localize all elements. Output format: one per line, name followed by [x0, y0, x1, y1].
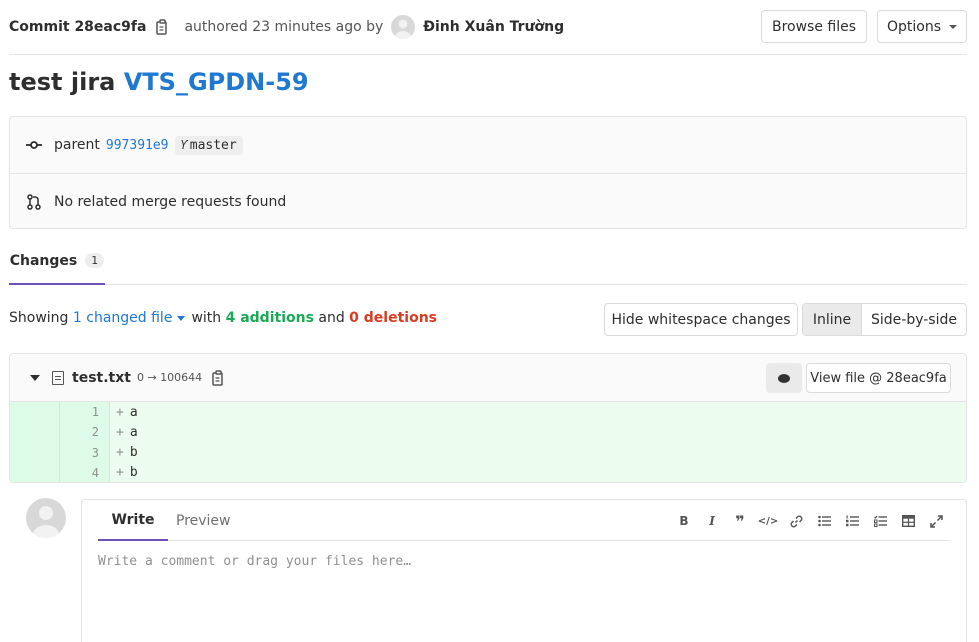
diff-line: 1 + a	[10, 402, 966, 423]
chevron-down-icon	[949, 24, 958, 29]
options-label: Options	[886, 18, 942, 35]
line-text: a	[129, 404, 138, 420]
commit-info-box: parent 997391e9 Ƴmaster No related merge…	[9, 116, 967, 229]
diff-line: 2 + a	[10, 422, 966, 443]
author-name[interactable]: Đinh Xuân Trường	[423, 19, 564, 35]
old-line-number[interactable]	[10, 422, 60, 443]
copy-path-icon[interactable]	[212, 369, 226, 386]
line-sign: +	[116, 465, 124, 481]
deletions-count: 0 deletions	[349, 310, 438, 326]
numbered-list-icon[interactable]	[838, 512, 866, 530]
diff-view-toggle: Inline Side-by-side	[802, 303, 967, 336]
no-merge-requests-text: No related merge requests found	[54, 193, 287, 210]
commit-title: test jira VTS_GPDN-59	[9, 68, 309, 96]
inline-view-button[interactable]: Inline	[803, 304, 862, 335]
markdown-toolbar: B I ❞ </>	[670, 512, 950, 531]
table-icon[interactable]	[894, 512, 922, 530]
author-avatar[interactable]	[391, 15, 416, 39]
parent-sha-link[interactable]: 997391e9	[106, 138, 169, 153]
commit-title-text: test jira	[9, 68, 116, 96]
branch-icon: Ƴ	[180, 138, 188, 152]
line-sign: +	[116, 404, 124, 420]
with-text: with	[191, 310, 222, 326]
comment-form: Write Preview B I ❞ </> Write a comment …	[81, 499, 967, 642]
merge-request-icon	[26, 193, 42, 210]
commit-sha: 28eac9fa	[74, 19, 147, 35]
diff-lines: 1 + a 2 + a 3 + b 4 + b	[10, 402, 966, 482]
additions-count: 4 additions	[225, 310, 314, 326]
new-line-number[interactable]: 4	[60, 462, 110, 482]
line-code: + b	[110, 445, 138, 460]
file-icon	[52, 370, 64, 385]
commit-icon	[26, 137, 42, 153]
commit-tabs: Changes 1	[9, 238, 967, 285]
comment-tabs: Write Preview B I ❞ </>	[98, 500, 950, 541]
diff-summary: Showing 1 changed file with 4 additions …	[9, 310, 437, 326]
browse-files-button[interactable]: Browse files	[761, 10, 867, 43]
options-button[interactable]: Options	[877, 10, 967, 43]
italic-icon[interactable]: I	[698, 512, 726, 530]
new-line-number[interactable]: 3	[60, 442, 110, 463]
new-line-number[interactable]: 2	[60, 422, 110, 443]
parent-label: parent	[54, 137, 100, 153]
tab-write[interactable]: Write	[98, 500, 168, 541]
line-code: + a	[110, 405, 138, 420]
diff-line: 3 + b	[10, 442, 966, 463]
authored-text: authored 23 minutes ago by	[184, 19, 384, 35]
commit-meta: Commit 28eac9fa authored 23 minutes ago …	[9, 15, 564, 39]
current-user-avatar	[26, 498, 66, 538]
old-line-number[interactable]	[10, 462, 60, 482]
comment-icon	[778, 373, 790, 383]
diff-file: test.txt 0 → 100644 View file @ 28eac9fa…	[9, 353, 967, 483]
old-line-number[interactable]	[10, 402, 60, 423]
code-icon[interactable]: </>	[754, 512, 782, 530]
collapse-toggle-icon[interactable]	[30, 374, 40, 381]
line-code: + b	[110, 465, 138, 480]
line-text: b	[129, 445, 138, 461]
merge-requests-row: No related merge requests found	[10, 174, 966, 229]
commit-header: Commit 28eac9fa authored 23 minutes ago …	[9, 0, 967, 55]
tab-changes[interactable]: Changes 1	[9, 238, 105, 285]
commit-label: Commit 28eac9fa	[9, 19, 146, 35]
side-by-side-button[interactable]: Side-by-side	[862, 304, 966, 335]
parent-row: parent 997391e9 Ƴmaster	[10, 117, 966, 174]
diff-file-header: test.txt 0 → 100644 View file @ 28eac9fa	[10, 354, 966, 402]
new-line-number[interactable]: 1	[60, 402, 110, 423]
chevron-down-icon[interactable]	[177, 315, 186, 321]
changed-files-dropdown[interactable]: 1 changed file	[73, 310, 173, 326]
hide-whitespace-button[interactable]: Hide whitespace changes	[604, 303, 798, 336]
line-sign: +	[116, 424, 124, 440]
quote-icon[interactable]: ❞	[726, 512, 754, 531]
line-sign: +	[116, 445, 124, 461]
old-line-number[interactable]	[10, 442, 60, 463]
and-text: and	[318, 310, 345, 326]
line-text: b	[129, 465, 138, 481]
fullscreen-icon[interactable]	[922, 512, 950, 530]
diff-line: 4 + b	[10, 462, 966, 482]
bullet-list-icon[interactable]	[810, 512, 838, 530]
line-text: a	[129, 424, 138, 440]
commit-label-text: Commit	[9, 19, 70, 35]
line-code: + a	[110, 425, 138, 440]
copy-sha-icon[interactable]	[156, 19, 170, 35]
comment-textarea[interactable]: Write a comment or drag your files here…	[98, 554, 411, 569]
changes-count-badge: 1	[85, 253, 105, 268]
tab-changes-label: Changes	[9, 252, 78, 269]
task-list-icon[interactable]	[866, 512, 894, 530]
tab-preview[interactable]: Preview	[176, 500, 231, 541]
branch-name: master	[189, 137, 237, 153]
branch-badge[interactable]: Ƴmaster	[174, 135, 243, 155]
bold-icon[interactable]: B	[670, 512, 698, 530]
issue-link[interactable]: VTS_GPDN-59	[124, 68, 309, 96]
link-icon[interactable]	[782, 512, 810, 530]
file-mode: 0 → 100644	[136, 371, 203, 384]
toggle-comments-button[interactable]	[766, 363, 802, 393]
view-file-button[interactable]: View file @ 28eac9fa	[806, 363, 951, 393]
file-name[interactable]: test.txt	[72, 370, 131, 386]
showing-text: Showing	[9, 310, 69, 326]
